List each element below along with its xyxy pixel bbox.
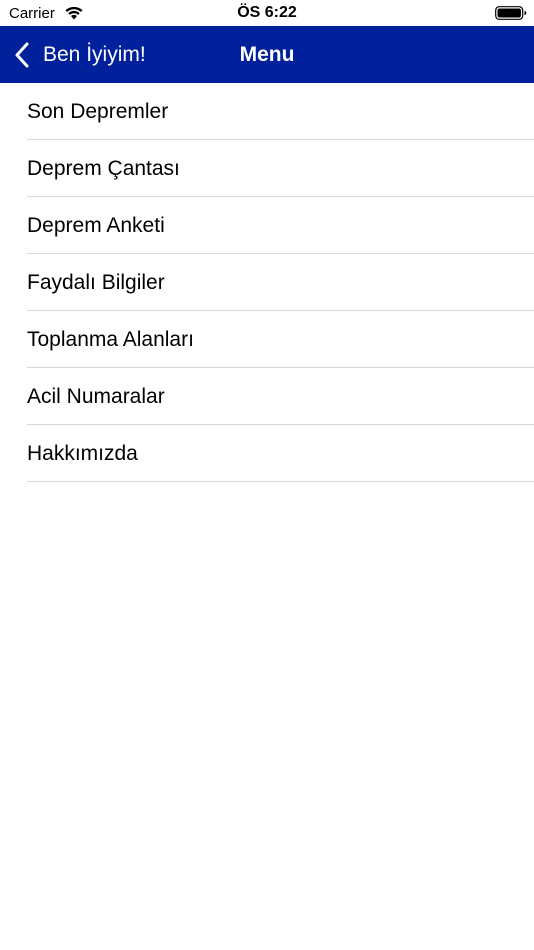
status-bar: Carrier ÖS 6:22 [0, 0, 534, 26]
menu-item-hakkimizda[interactable]: Hakkımızda [0, 425, 534, 482]
menu-item-toplanma-alanlari[interactable]: Toplanma Alanları [0, 311, 534, 368]
battery-icon [495, 6, 527, 20]
menu-list: Son Depremler Deprem Çantası Deprem Anke… [0, 83, 534, 482]
menu-item-deprem-anketi[interactable]: Deprem Anketi [0, 197, 534, 254]
menu-item-son-depremler[interactable]: Son Depremler [0, 83, 534, 140]
back-button[interactable]: Ben İyiyim! [14, 26, 146, 83]
menu-item-label: Deprem Çantası [27, 157, 180, 180]
menu-item-label: Deprem Anketi [27, 214, 165, 237]
row-separator [27, 481, 534, 482]
menu-item-label: Hakkımızda [27, 442, 138, 465]
menu-item-acil-numaralar[interactable]: Acil Numaralar [0, 368, 534, 425]
menu-item-faydali-bilgiler[interactable]: Faydalı Bilgiler [0, 254, 534, 311]
menu-item-label: Faydalı Bilgiler [27, 271, 165, 294]
menu-item-label: Acil Numaralar [27, 385, 165, 408]
navigation-bar: Menu Ben İyiyim! [0, 26, 534, 83]
back-button-label: Ben İyiyim! [43, 42, 146, 66]
menu-item-deprem-cantasi[interactable]: Deprem Çantası [0, 140, 534, 197]
status-time: ÖS 6:22 [237, 4, 297, 21]
chevron-left-icon [15, 42, 29, 67]
menu-item-label: Toplanma Alanları [27, 328, 194, 351]
menu-item-label: Son Depremler [27, 100, 169, 123]
